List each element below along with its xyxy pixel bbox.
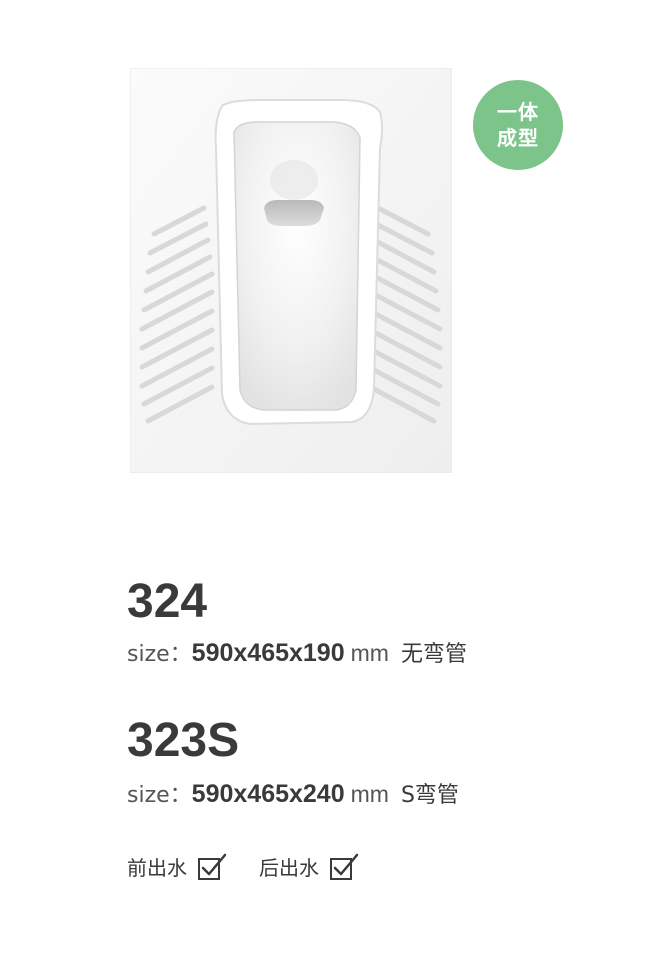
dimensions-value: 590x465x240 — [191, 780, 345, 808]
outlet-option-front: 前出水 — [127, 852, 227, 881]
outlet-label: 后出水 — [259, 856, 319, 880]
unit-label: mm — [350, 781, 389, 807]
size-label: size： — [127, 783, 192, 808]
trap-type: S弯管 — [400, 783, 459, 808]
size-label: size： — [127, 642, 192, 667]
dimensions-value: 590x465x190 — [191, 639, 345, 667]
badge-line-1: 一体 — [497, 100, 539, 124]
model-number: 324 — [127, 575, 208, 628]
badge-line-2: 成型 — [497, 126, 539, 150]
size-spec: size：590x465x190 mm 无弯管 — [127, 641, 467, 666]
model-number: 323S — [127, 714, 240, 767]
checked-box-icon — [198, 853, 227, 880]
one-piece-badge: 一体 成型 — [473, 80, 563, 170]
trap-type: 无弯管 — [400, 642, 467, 667]
outlet-options: 前出水 后出水 — [127, 852, 391, 881]
outlet-label: 前出水 — [127, 856, 187, 880]
outlet-option-rear: 后出水 — [259, 852, 359, 881]
unit-label: mm — [350, 640, 389, 666]
squat-toilet-image — [130, 68, 452, 473]
size-spec: size：590x465x240 mm S弯管 — [127, 782, 459, 807]
checked-box-icon — [330, 853, 359, 880]
